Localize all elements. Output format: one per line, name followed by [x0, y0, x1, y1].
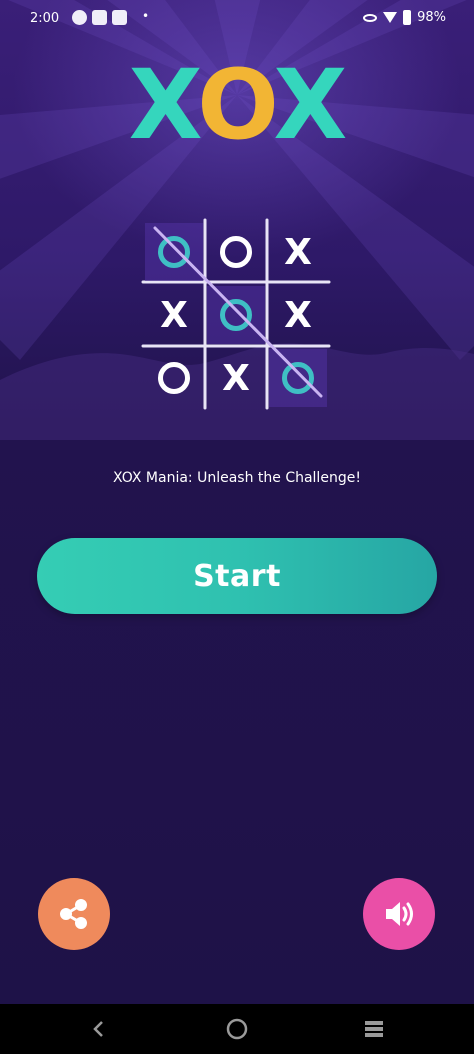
status-time: 2:00 — [30, 11, 60, 26]
start-button[interactable]: Start — [37, 538, 437, 614]
app-logo: XOX — [0, 55, 474, 155]
sound-button[interactable] — [363, 878, 435, 950]
battery-icon — [403, 10, 412, 25]
winning-strike-line — [153, 226, 323, 398]
logo-letter-x-right: X — [273, 49, 347, 161]
navigation-bar — [0, 1004, 474, 1054]
nav-back-button[interactable] — [86, 1016, 112, 1042]
battery-percent: 98% — [417, 10, 446, 25]
nav-home-button[interactable] — [224, 1016, 250, 1042]
speaker-icon — [386, 902, 413, 926]
notification-dot-icon: • — [142, 9, 150, 23]
message-icon — [112, 10, 127, 25]
tagline: XOX Mania: Unleash the Challenge! — [113, 470, 361, 486]
share-button[interactable] — [38, 878, 110, 950]
system-status: 98% — [363, 10, 446, 25]
eye-icon — [363, 13, 378, 22]
recents-icon — [365, 1021, 383, 1037]
logo-letter-x-left: X — [128, 49, 200, 161]
nav-recents-button[interactable] — [361, 1016, 387, 1042]
back-icon — [93, 1021, 103, 1037]
alert-icon — [72, 10, 87, 25]
home-icon — [226, 1018, 248, 1040]
share-icon — [60, 899, 87, 929]
notification-icons — [72, 10, 127, 25]
status-bar: 2:00 • 98% — [0, 0, 474, 38]
tic-tac-toe-board: XXXX — [141, 218, 331, 410]
image-icon — [92, 10, 107, 25]
wifi-icon — [383, 12, 398, 23]
logo-letter-o: O — [197, 49, 275, 161]
game-home-screen: 2:00 • 98% XOX XXXX XOX Mania: Unleash t… — [0, 0, 474, 1054]
